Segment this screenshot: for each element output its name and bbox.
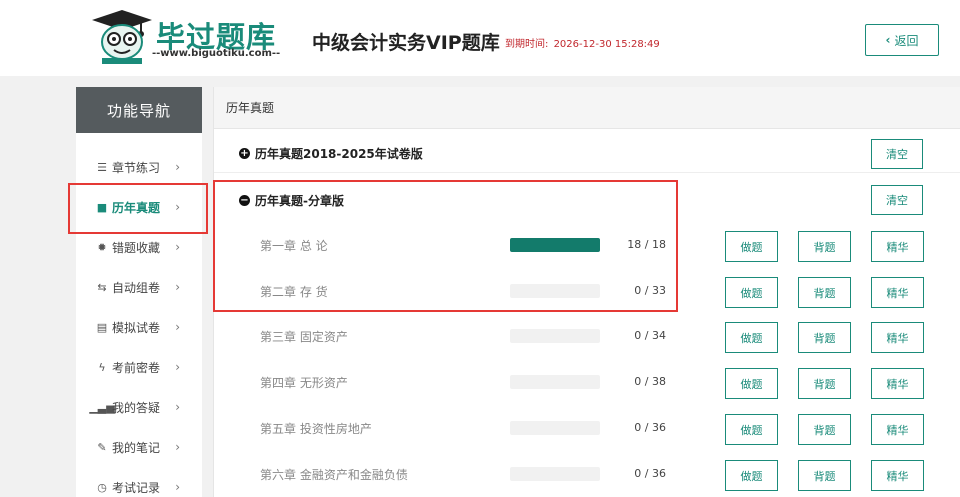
sidebar-item-mock-exam[interactable]: ▤ 模拟试卷 › xyxy=(76,312,202,342)
chapter-row: 第四章 无形资产 0 / 38 做题 背题 精华 xyxy=(214,360,960,406)
sidebar-item-label: 考试记录 xyxy=(112,480,161,495)
progress-count: 0 / 36 xyxy=(634,467,666,480)
recite-button[interactable]: 背题 xyxy=(798,322,851,353)
recite-button[interactable]: 背题 xyxy=(798,231,851,262)
progress-bar xyxy=(510,375,600,389)
chevron-right-icon: › xyxy=(175,360,180,374)
sidebar-item-label: 模拟试卷 xyxy=(112,320,161,335)
sidebar-item-label: 考前密卷 xyxy=(112,360,161,375)
chevron-right-icon: › xyxy=(175,400,180,414)
clock-icon: ◷ xyxy=(97,480,107,494)
expire-label: 到期时间: xyxy=(505,39,549,50)
highlight-box-main xyxy=(213,180,678,312)
expire-time: 到期时间: 2026-12-30 15:28:49 xyxy=(505,35,660,50)
essence-button[interactable]: 精华 xyxy=(871,322,924,353)
header: 毕过题库 --www.biguotiku.com-- 中级会计实务VIP题库 到… xyxy=(0,0,960,76)
clear-button[interactable]: 清空 xyxy=(871,139,923,169)
sidebar-item-chapter-practice[interactable]: ☰ 章节练习 › xyxy=(76,152,202,182)
sidebar-item-auto-paper[interactable]: ⇆ 自动组卷 › xyxy=(76,272,202,302)
chapter-name: 第四章 无形资产 xyxy=(260,376,348,390)
chevron-left-icon: ‹ xyxy=(885,33,891,47)
chevron-right-icon: › xyxy=(175,440,180,454)
chapter-row: 第五章 投资性房地产 0 / 36 做题 背题 精华 xyxy=(214,406,960,452)
document-icon: ▤ xyxy=(96,320,108,334)
logo[interactable]: 毕过题库 --www.biguotiku.com-- xyxy=(86,6,286,70)
sidebar-item-wrong-favorites[interactable]: ✹ 错题收藏 › xyxy=(76,232,202,262)
chevron-right-icon: › xyxy=(175,160,180,174)
recite-button[interactable]: 背题 xyxy=(798,368,851,399)
logo-url: --www.biguotiku.com-- xyxy=(152,48,281,59)
app-title: 中级会计实务VIP题库 xyxy=(312,32,500,54)
chapter-name: 第六章 金融资产和金融负债 xyxy=(260,468,408,482)
progress-bar xyxy=(510,467,600,481)
progress-count: 0 / 36 xyxy=(634,421,666,434)
recite-button[interactable]: 背题 xyxy=(798,414,851,445)
lightning-icon: ϟ xyxy=(98,360,106,374)
progress-count: 0 / 38 xyxy=(634,375,666,388)
chapter-row: 第三章 固定资产 0 / 34 做题 背题 精华 xyxy=(214,314,960,360)
sidebar-title: 功能导航 xyxy=(76,87,202,133)
recite-button[interactable]: 背题 xyxy=(798,277,851,308)
essence-button[interactable]: 精华 xyxy=(871,414,924,445)
do-button[interactable]: 做题 xyxy=(725,368,778,399)
sidebar-item-my-qa[interactable]: ▁▃▅ 我的答疑 › xyxy=(76,392,202,422)
pin-icon: ✎ xyxy=(97,440,107,454)
essence-button[interactable]: 精华 xyxy=(871,231,924,262)
sidebar: 功能导航 ☰ 章节练习 › ■ 历年真题 › ✹ 错题收藏 › ⇆ 自动组卷 ›… xyxy=(76,87,202,497)
loop-icon: ⇆ xyxy=(97,280,107,294)
essence-button[interactable]: 精华 xyxy=(871,368,924,399)
expire-value: 2026-12-30 15:28:49 xyxy=(553,39,660,50)
signal-icon: ▁▃▅ xyxy=(89,400,115,414)
highlight-box-nav xyxy=(68,183,208,234)
mascot-logo-icon xyxy=(92,10,152,64)
progress-count: 0 / 34 xyxy=(634,329,666,342)
do-button[interactable]: 做题 xyxy=(725,322,778,353)
do-button[interactable]: 做题 xyxy=(725,460,778,491)
list-icon: ☰ xyxy=(97,160,107,174)
sidebar-item-pre-exam[interactable]: ϟ 考前密卷 › xyxy=(76,352,202,382)
sidebar-item-exam-records[interactable]: ◷ 考试记录 › xyxy=(76,472,202,497)
group-title[interactable]: 历年真题2018-2025年试卷版 xyxy=(255,145,423,162)
back-button[interactable]: ‹ 返回 xyxy=(865,24,939,56)
sidebar-item-label: 我的笔记 xyxy=(112,440,161,455)
chapter-name: 第三章 固定资产 xyxy=(260,330,348,344)
essence-button[interactable]: 精华 xyxy=(871,460,924,491)
chevron-right-icon: › xyxy=(175,320,180,334)
sidebar-item-label: 我的答疑 xyxy=(112,400,161,415)
recite-button[interactable]: 背题 xyxy=(798,460,851,491)
chevron-right-icon: › xyxy=(175,280,180,294)
chapter-name: 第五章 投资性房地产 xyxy=(260,422,372,436)
progress-bar xyxy=(510,329,600,343)
chapter-row: 第六章 金融资产和金融负债 0 / 36 做题 背题 精华 xyxy=(214,452,960,497)
chevron-right-icon: › xyxy=(175,480,180,494)
gear-icon: ✹ xyxy=(97,240,107,254)
breadcrumb: 历年真题 xyxy=(214,87,960,129)
group-row-exam-papers[interactable]: + 历年真题2018-2025年试卷版 清空 xyxy=(214,135,960,173)
sidebar-item-label: 自动组卷 xyxy=(112,280,161,295)
plus-circle-icon[interactable]: + xyxy=(239,148,250,159)
clear-button[interactable]: 清空 xyxy=(871,185,923,215)
do-button[interactable]: 做题 xyxy=(725,231,778,262)
back-label: 返回 xyxy=(894,33,919,48)
chevron-right-icon: › xyxy=(175,240,180,254)
sidebar-item-label: 章节练习 xyxy=(112,160,161,175)
progress-bar xyxy=(510,421,600,435)
do-button[interactable]: 做题 xyxy=(725,414,778,445)
do-button[interactable]: 做题 xyxy=(725,277,778,308)
sidebar-item-my-notes[interactable]: ✎ 我的笔记 › xyxy=(76,432,202,462)
essence-button[interactable]: 精华 xyxy=(871,277,924,308)
sidebar-item-label: 错题收藏 xyxy=(112,240,161,255)
